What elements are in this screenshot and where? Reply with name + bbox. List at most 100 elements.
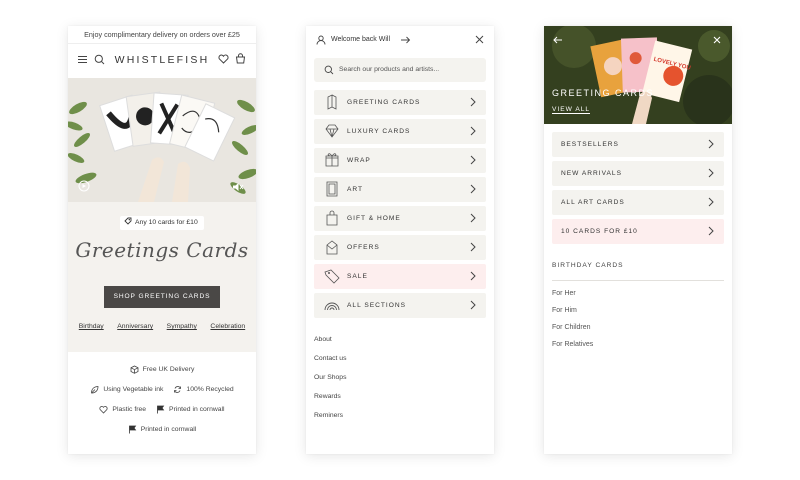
search-bar[interactable]: Search our products and artists...	[314, 58, 486, 82]
menu-item-wrap[interactable]: WRAP	[314, 148, 486, 173]
heart-icon[interactable]	[218, 54, 229, 64]
arrow-right-icon[interactable]	[400, 36, 411, 44]
back-arrow-icon[interactable]	[553, 36, 563, 44]
menu-label: LUXURY CARDS	[347, 128, 411, 135]
chevron-right-icon	[470, 155, 476, 165]
menu-item-offers[interactable]: OFFERS	[314, 235, 486, 260]
menu-label: SALE	[347, 273, 368, 280]
leaf-icon	[91, 386, 99, 394]
link-for-her[interactable]: For Her	[552, 290, 593, 307]
link-sympathy[interactable]: Sympathy	[167, 323, 197, 330]
offer-pill-label: Any 10 cards for £10	[135, 219, 198, 226]
chevron-right-icon	[708, 139, 714, 149]
link-rewards[interactable]: Rewards	[314, 393, 347, 412]
chevron-right-icon	[470, 126, 476, 136]
menu-label: ART	[347, 186, 364, 193]
link-contact[interactable]: Contact us	[314, 355, 347, 374]
phone-screen-submenu: LOVELY YOU GREETING CARDS VIEW ALL BESTS…	[544, 26, 732, 454]
mute-icon[interactable]	[232, 182, 244, 192]
site-header: WHISTLEFISH	[68, 44, 256, 76]
submenu-label: BESTSELLERS	[561, 141, 619, 148]
close-icon[interactable]	[713, 36, 721, 44]
link-our-shops[interactable]: Our Shops	[314, 374, 347, 393]
section-header-birthday: BIRTHDAY CARDS	[552, 262, 624, 269]
submenu-label: NEW ARRIVALS	[561, 170, 622, 177]
submenu-new-arrivals[interactable]: NEW ARRIVALS	[552, 161, 724, 186]
menu-label: OFFERS	[347, 244, 380, 251]
link-for-relatives[interactable]: For Relatives	[552, 341, 593, 358]
link-about[interactable]: About	[314, 336, 347, 355]
features-list: Free UK Delivery Using Vegetable ink 100…	[68, 352, 256, 454]
welcome-bar: Welcome back Will	[306, 26, 494, 54]
view-all-link[interactable]: VIEW ALL	[552, 106, 591, 114]
hero-title: Greetings Cards	[75, 238, 249, 262]
close-icon[interactable]	[475, 35, 484, 44]
user-icon[interactable]	[316, 35, 326, 45]
submenu-bestsellers[interactable]: BESTSELLERS	[552, 132, 724, 157]
chevron-right-icon	[708, 168, 714, 178]
gift-icon	[325, 153, 339, 167]
chevron-right-icon	[470, 242, 476, 252]
feature-ink: Using Vegetable ink	[103, 386, 164, 393]
chevron-right-icon	[708, 226, 714, 236]
diamond-icon	[325, 124, 339, 138]
feature-printed-a: Printed in cornwall	[169, 406, 225, 413]
search-input[interactable]: Search our products and artists...	[339, 66, 439, 73]
divider	[552, 280, 724, 281]
heart-outline-icon	[99, 406, 108, 414]
link-anniversary[interactable]: Anniversary	[117, 323, 153, 330]
chevron-right-icon	[470, 300, 476, 310]
category-links: Birthday Anniversary Sympathy Celebratio…	[68, 323, 256, 330]
rainbow-icon	[324, 302, 340, 311]
flag-icon	[128, 425, 137, 434]
menu-item-art[interactable]: ART	[314, 177, 486, 202]
bag-icon	[326, 210, 338, 226]
submenu-label: 10 CARDS FOR £10	[561, 228, 638, 235]
tag-icon	[324, 269, 340, 284]
link-birthday[interactable]: Birthday	[79, 323, 104, 330]
link-reminders[interactable]: Reminers	[314, 412, 347, 431]
chevron-right-icon	[470, 184, 476, 194]
shop-greeting-cards-button[interactable]: SHOP GREETING CARDS	[104, 286, 220, 308]
promo-banner[interactable]: Enjoy complimentary delivery on orders o…	[68, 26, 256, 44]
chevron-right-icon	[470, 213, 476, 223]
birthday-links: For Her For Him For Children For Relativ…	[552, 290, 593, 358]
category-hero: LOVELY YOU GREETING CARDS VIEW ALL	[544, 26, 732, 124]
welcome-text[interactable]: Welcome back Will	[331, 36, 390, 43]
chevron-right-icon	[470, 97, 476, 107]
box-icon	[130, 365, 139, 374]
phone-screen-home: Enjoy complimentary delivery on orders o…	[68, 26, 256, 454]
tag-icon	[124, 217, 132, 225]
menu-item-gift-home[interactable]: GIFT & HOME	[314, 206, 486, 231]
basket-icon[interactable]	[235, 53, 246, 64]
hero-image-cards	[68, 78, 256, 202]
menu-item-all-sections[interactable]: ALL SECTIONS	[314, 293, 486, 318]
menu-item-luxury-cards[interactable]: LUXURY CARDS	[314, 119, 486, 144]
menu-label: GIFT & HOME	[347, 215, 401, 222]
submenu-all-art-cards[interactable]: ALL ART CARDS	[552, 190, 724, 215]
link-for-children[interactable]: For Children	[552, 324, 593, 341]
flag-icon	[157, 405, 165, 414]
category-title: GREETING CARDS	[552, 88, 655, 98]
menu-item-greeting-cards[interactable]: GREETING CARDS	[314, 90, 486, 115]
menu-label: GREETING CARDS	[347, 99, 421, 106]
menu-item-sale[interactable]: SALE	[314, 264, 486, 289]
hero-content: Any 10 cards for £10 Greetings Cards SHO…	[68, 202, 256, 352]
link-for-him[interactable]: For Him	[552, 307, 593, 324]
feature-recycled: 100% Recycled	[186, 386, 234, 393]
submenu-label: ALL ART CARDS	[561, 199, 625, 206]
feature-printed-b: Printed in cornwall	[140, 426, 197, 433]
footer-links: About Contact us Our Shops Rewards Remin…	[314, 336, 347, 431]
recycle-icon	[174, 386, 182, 393]
chevron-right-icon	[708, 197, 714, 207]
feature-delivery: Free UK Delivery	[142, 366, 195, 373]
submenu-10-cards-offer[interactable]: 10 CARDS FOR £10	[552, 219, 724, 244]
feature-plastic: Plastic free	[112, 406, 147, 413]
frame-icon	[326, 181, 338, 197]
envelope-icon	[326, 240, 338, 255]
card-icon	[327, 94, 337, 110]
search-icon	[324, 65, 334, 75]
link-celebration[interactable]: Celebration	[210, 323, 245, 330]
phone-screen-menu: Welcome back Will Search our products an…	[306, 26, 494, 454]
offer-pill[interactable]: Any 10 cards for £10	[120, 216, 204, 230]
